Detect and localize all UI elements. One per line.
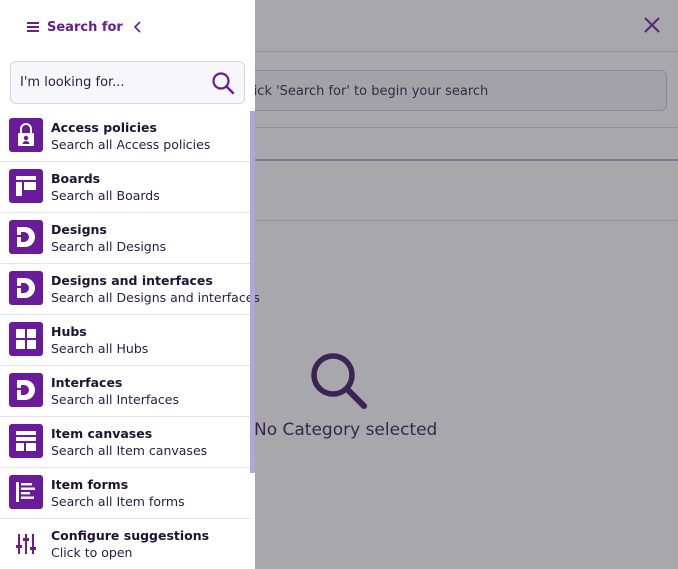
category-item-designs[interactable]: Designs Search all Designs: [0, 213, 251, 264]
category-search: [10, 61, 245, 104]
design-icon: [9, 373, 43, 407]
search-for-toggle[interactable]: Search for: [27, 17, 143, 37]
category-title: Interfaces: [51, 375, 123, 390]
category-title: Boards: [51, 171, 101, 186]
panel-title: Search for: [47, 19, 123, 35]
category-title: Item canvases: [51, 426, 153, 441]
category-subtitle: Search all Designs and interfaces: [51, 290, 260, 305]
grid-icon: [9, 322, 43, 356]
menu-icon: [27, 22, 39, 32]
configure-title: Configure suggestions: [51, 528, 210, 543]
category-title: Designs and interfaces: [51, 273, 213, 288]
category-subtitle: Search all Hubs: [51, 341, 149, 356]
category-subtitle: Search all Access policies: [51, 137, 211, 152]
category-subtitle: Search all Designs: [51, 239, 167, 254]
category-item-access-policies[interactable]: Access policies Search all Access polici…: [0, 111, 251, 162]
category-subtitle: Search all Item canvases: [51, 443, 208, 458]
search-for-panel: Search for Access policies Search all Ac…: [0, 0, 260, 569]
search-icon[interactable]: [211, 71, 235, 95]
category-item-hubs[interactable]: Hubs Search all Hubs: [0, 315, 251, 366]
design-icon: [9, 220, 43, 254]
form-icon: [9, 475, 43, 509]
design-icon: [9, 271, 43, 305]
category-item-boards[interactable]: Boards Search all Boards: [0, 162, 251, 213]
board-icon: [9, 169, 43, 203]
category-search-input[interactable]: [20, 62, 200, 103]
category-title: Hubs: [51, 324, 87, 339]
category-subtitle: Search all Item forms: [51, 494, 185, 509]
category-title: Access policies: [51, 120, 157, 135]
chevron-left-icon[interactable]: [133, 21, 143, 33]
category-title: Item forms: [51, 477, 129, 492]
lock-icon: [9, 118, 43, 152]
canvas-icon: [9, 424, 43, 458]
category-title: Designs: [51, 222, 107, 237]
category-list: Access policies Search all Access polici…: [0, 111, 260, 519]
category-item-designs-and-interfaces[interactable]: Designs and interfaces Search all Design…: [0, 264, 260, 315]
category-subtitle: Search all Interfaces: [51, 392, 179, 407]
configure-suggestions-button[interactable]: Configure suggestions Click to open: [0, 519, 255, 569]
configure-subtitle: Click to open: [51, 545, 133, 560]
category-item-interfaces[interactable]: Interfaces Search all Interfaces: [0, 366, 251, 417]
sliders-icon: [16, 534, 36, 554]
category-item-item-canvases[interactable]: Item canvases Search all Item canvases: [0, 417, 251, 468]
category-subtitle: Search all Boards: [51, 188, 160, 203]
category-item-item-forms[interactable]: Item forms Search all Item forms: [0, 468, 251, 519]
category-list-scrollbar[interactable]: [250, 111, 255, 473]
